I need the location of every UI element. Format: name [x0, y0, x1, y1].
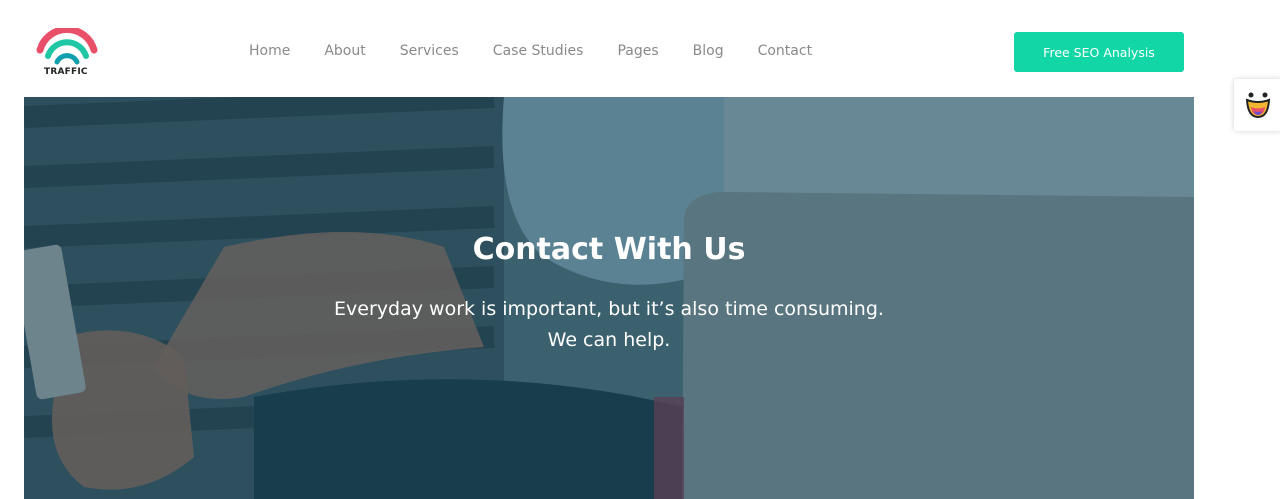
nav-case-studies[interactable]: Case Studies [476, 40, 601, 62]
main-nav: Home About Services Case Studies Pages B… [232, 40, 829, 62]
side-widget[interactable] [1234, 79, 1280, 131]
page: TRAFFIC Home About Services Case Studies… [0, 0, 1280, 499]
nav-home[interactable]: Home [232, 40, 307, 62]
hero-subtitle-line-1: Everyday work is important, but it’s als… [334, 298, 884, 320]
logo-text: TRAFFIC [44, 67, 88, 77]
nav-contact[interactable]: Contact [741, 40, 829, 62]
nav-pages[interactable]: Pages [600, 40, 675, 62]
logo[interactable]: TRAFFIC [36, 28, 100, 80]
nav-services[interactable]: Services [383, 40, 476, 62]
hero-subtitle: Everyday work is important, but it’s als… [24, 294, 1194, 356]
nav-about[interactable]: About [307, 40, 382, 62]
hero-subtitle-line-2: We can help. [547, 329, 671, 351]
nav-blog[interactable]: Blog [676, 40, 741, 62]
site-header: TRAFFIC Home About Services Case Studies… [0, 0, 1280, 97]
emoji-face-icon [1245, 92, 1271, 119]
hero-section: Contact With Us Everyday work is importa… [24, 97, 1194, 499]
logo-arc-icon [36, 28, 98, 65]
free-seo-analysis-button[interactable]: Free SEO Analysis [1014, 32, 1184, 72]
hero-title: Contact With Us [472, 232, 746, 267]
